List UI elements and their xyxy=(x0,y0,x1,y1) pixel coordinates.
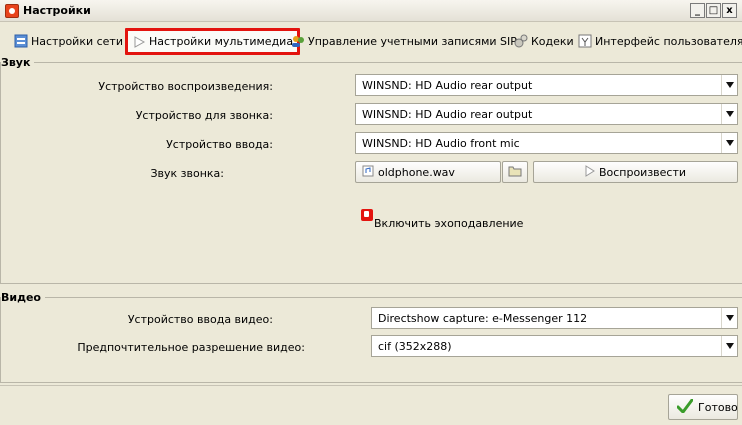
browse-folder-button[interactable] xyxy=(502,161,528,183)
maximize-button[interactable]: □ xyxy=(706,3,721,18)
input-device-value: WINSND: HD Audio front mic xyxy=(362,136,520,150)
tab-label: Кодеки xyxy=(531,34,574,48)
close-button[interactable]: x xyxy=(722,3,737,18)
tab-user-interface[interactable]: Интерфейс пользователя xyxy=(574,29,742,53)
ringtone-file-button[interactable]: oldphone.wav xyxy=(355,161,501,183)
sound-group-title: Звук xyxy=(1,56,35,69)
playback-device-select[interactable]: WINSND: HD Audio rear output xyxy=(355,74,738,96)
video-group-title: Видео xyxy=(1,291,45,304)
tab-label: Настройки сети xyxy=(31,34,123,48)
folder-icon xyxy=(508,165,522,180)
video-resolution-value: cif (352x288) xyxy=(378,339,452,353)
tab-bar: Настройки сети Настройки мультимедиа Упр… xyxy=(0,22,742,62)
play-button-label: Воспроизвести xyxy=(598,165,687,179)
playback-device-label: Устройство воспроизведения: xyxy=(98,80,273,93)
tab-codecs[interactable]: Кодеки xyxy=(510,29,578,53)
chevron-down-icon[interactable] xyxy=(721,75,737,95)
playback-device-value: WINSND: HD Audio rear output xyxy=(362,78,533,92)
app-icon xyxy=(5,4,19,18)
tab-sip-accounts[interactable]: Управление учетными записями SIP xyxy=(287,29,521,53)
button-bar: Готово xyxy=(0,385,742,425)
title-bar: Настройки _ □ x xyxy=(0,0,742,22)
play-icon xyxy=(585,164,595,180)
audio-file-icon xyxy=(362,165,374,180)
settings-panel: Звук Устройство воспроизведения: WINSND:… xyxy=(0,56,742,425)
chevron-down-icon[interactable] xyxy=(721,336,737,356)
minimize-button[interactable]: _ xyxy=(690,3,705,18)
echo-cancellation-checkbox[interactable] xyxy=(361,209,373,221)
video-input-label: Устройство ввода видео: xyxy=(127,313,273,326)
echo-cancellation-label: Включить эхоподавление xyxy=(374,217,524,230)
tab-multimedia-settings[interactable]: Настройки мультимедиа xyxy=(125,28,301,55)
check-icon xyxy=(676,398,694,416)
tab-label: Настройки мультимедиа xyxy=(149,35,294,48)
video-input-select[interactable]: Directshow capture: e-Messenger 112 xyxy=(371,307,738,329)
users-icon xyxy=(291,34,305,48)
gears-icon xyxy=(514,34,528,48)
play-icon xyxy=(132,35,146,49)
video-resolution-label: Предпочтительное разрешение видео: xyxy=(77,341,305,354)
video-input-value: Directshow capture: e-Messenger 112 xyxy=(378,311,588,325)
ring-device-label: Устройство для звонка: xyxy=(135,109,273,122)
ui-icon xyxy=(578,34,592,48)
chevron-down-icon[interactable] xyxy=(721,104,737,124)
ring-device-select[interactable]: WINSND: HD Audio rear output xyxy=(355,103,738,125)
chevron-down-icon[interactable] xyxy=(721,133,737,153)
network-icon xyxy=(14,34,28,48)
chevron-down-icon[interactable] xyxy=(721,308,737,328)
done-button-label: Готово xyxy=(698,400,738,414)
done-button[interactable]: Готово xyxy=(668,394,738,420)
ring-device-value: WINSND: HD Audio rear output xyxy=(362,107,533,121)
ringtone-label: Звук звонка: xyxy=(150,167,224,180)
play-ringtone-button[interactable]: Воспроизвести xyxy=(533,161,738,183)
tab-label: Интерфейс пользователя xyxy=(595,34,742,48)
input-device-select[interactable]: WINSND: HD Audio front mic xyxy=(355,132,738,154)
tab-network-settings[interactable]: Настройки сети xyxy=(10,29,127,53)
tab-label: Управление учетными записями SIP xyxy=(308,34,517,48)
input-device-label: Устройство ввода: xyxy=(166,138,273,151)
video-resolution-select[interactable]: cif (352x288) xyxy=(371,335,738,357)
window-title: Настройки xyxy=(23,4,91,17)
ringtone-file-name: oldphone.wav xyxy=(378,165,455,179)
